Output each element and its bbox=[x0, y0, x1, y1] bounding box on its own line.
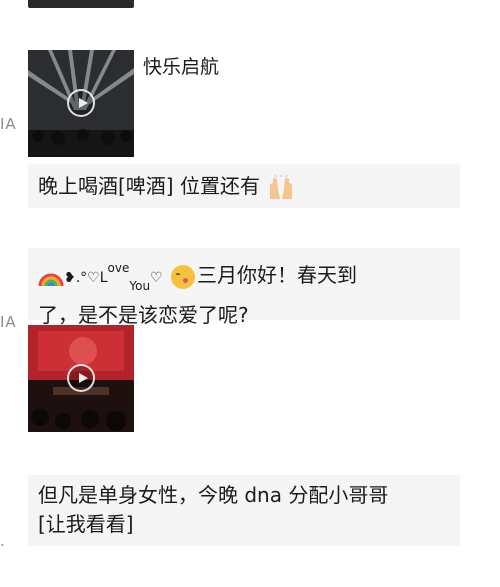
raised-hands-emoji-icon bbox=[266, 174, 296, 201]
text-message-bubble[interactable]: ❥.°♡LoveYou♡ 三月你好！春天到 了，是不是该恋爱了呢? bbox=[28, 248, 460, 327]
video-thumbnail-red-stage[interactable] bbox=[28, 325, 134, 432]
text-message-bubble[interactable]: 但凡是单身女性，今晚 dna 分配小哥哥 [让我看看] bbox=[28, 475, 460, 546]
video-thumbnail-concert-lights[interactable] bbox=[28, 50, 134, 157]
text-message-bubble[interactable]: 晚上喝酒[啤酒] 位置还有 bbox=[28, 164, 460, 208]
message-text: 晚上喝酒[啤酒] 位置还有 bbox=[38, 174, 260, 198]
rainbow-emoji-icon bbox=[38, 264, 64, 290]
play-icon[interactable] bbox=[67, 364, 95, 392]
avatar-edge-label: . bbox=[0, 532, 6, 550]
message-line: [让我看看] bbox=[38, 512, 134, 536]
decor-subscript: You bbox=[129, 279, 151, 293]
decor-superscript: ove bbox=[107, 261, 130, 275]
avatar-edge-label: IA bbox=[0, 313, 17, 331]
heart-symbol: ♡ bbox=[150, 270, 163, 286]
play-icon[interactable] bbox=[67, 89, 95, 117]
message-line: 但凡是单身女性，今晚 dna 分配小哥哥 bbox=[38, 483, 389, 507]
avatar-edge-label: IA bbox=[0, 115, 17, 133]
message-text: 三月你好！春天到 bbox=[196, 263, 357, 287]
previous-message-thumbnail[interactable] bbox=[28, 0, 134, 8]
video-caption: 快乐启航 bbox=[143, 56, 220, 78]
decor-text: ❥.°♡L bbox=[64, 270, 108, 286]
kissing-face-emoji-icon bbox=[170, 264, 195, 289]
message-line: ❥.°♡Love You♡ 三月你好！春天到 bbox=[38, 254, 450, 301]
